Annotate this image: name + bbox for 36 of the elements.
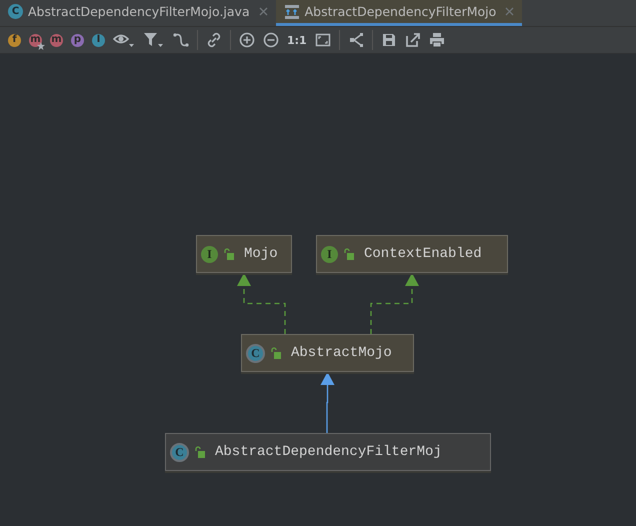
actual-size-button[interactable]: 1:1 [287, 34, 307, 46]
implementation-arrow [370, 273, 419, 334]
unlocked-icon [271, 347, 281, 359]
unlocked-icon [195, 446, 205, 458]
class-node[interactable]: C AbstractDependencyFilterMoj [165, 433, 491, 471]
unlocked-icon [344, 248, 354, 260]
class-icon: C [246, 344, 265, 362]
unlocked-icon [224, 248, 234, 260]
save-icon[interactable] [380, 32, 397, 48]
member-filter-button[interactable]: f [8, 34, 21, 46]
editor-tab[interactable]: C AbstractDependencyFilterMojo.java [0, 0, 276, 26]
star-icon [37, 42, 45, 50]
diagram-icon [284, 4, 300, 20]
member-filter-button[interactable]: p [71, 34, 84, 46]
implementation-arrow [237, 273, 286, 334]
inheritance-arrow [320, 372, 334, 433]
member-filter-button[interactable]: m [50, 34, 63, 46]
zoom-in-icon[interactable] [239, 32, 255, 48]
class-icon: C [170, 442, 189, 462]
link-icon[interactable] [206, 32, 222, 48]
export-icon[interactable] [404, 32, 421, 48]
member-filter-button[interactable]: I [92, 34, 105, 46]
filter-icon[interactable] [143, 32, 165, 48]
print-icon[interactable] [428, 32, 445, 48]
class-node[interactable]: C AbstractMojo [241, 334, 414, 372]
zoom-out-icon[interactable] [263, 32, 279, 48]
class-icon: C [8, 4, 23, 19]
route-icon[interactable] [173, 32, 189, 48]
eye-icon[interactable] [113, 32, 135, 48]
layout-icon[interactable] [348, 32, 364, 48]
editor-tab[interactable]: AbstractDependencyFilterMojo [276, 0, 522, 26]
interface-icon: I [201, 246, 218, 262]
interface-icon: I [321, 246, 338, 262]
class-node[interactable]: I Mojo [196, 235, 292, 273]
class-node[interactable]: I ContextEnabled [316, 235, 508, 273]
fit-content-icon[interactable] [314, 32, 331, 48]
